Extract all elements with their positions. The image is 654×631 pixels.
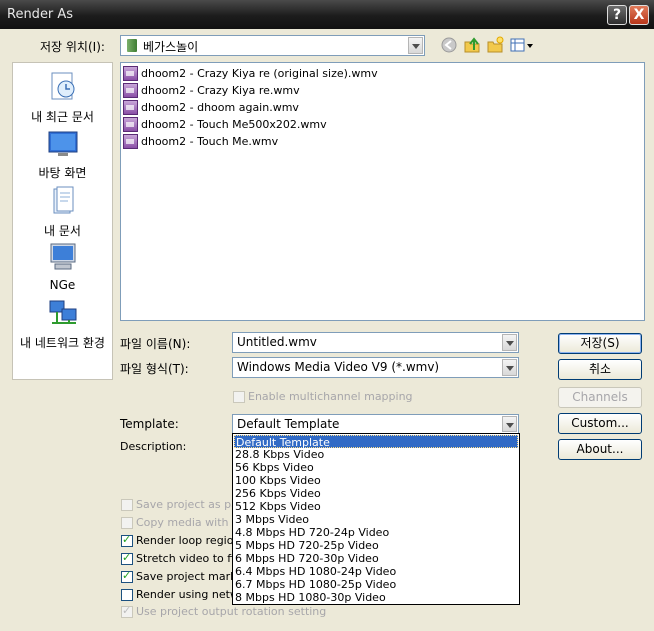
option-label: Render loop region (136, 534, 241, 547)
filename-label: 파일 이름(N): (120, 337, 191, 351)
wmv-file-icon (123, 66, 138, 81)
view-menu-icon[interactable] (509, 36, 535, 54)
multichannel-label: Enable multichannel mapping (248, 390, 413, 403)
filename-input[interactable]: Untitled.wmv (232, 332, 519, 353)
template-select[interactable]: Default Template (232, 414, 519, 434)
place-my-documents[interactable]: 내 문서 (13, 185, 112, 239)
custom-button[interactable]: Custom... (558, 413, 642, 434)
place-desktop[interactable]: 바탕 화면 (13, 129, 112, 181)
filetype-value: Windows Media Video V9 (*.wmv) (237, 360, 440, 374)
cancel-button[interactable]: 취소 (558, 359, 642, 380)
wmv-file-icon (123, 100, 138, 115)
new-folder-icon[interactable] (486, 36, 504, 54)
folder-icon (127, 39, 137, 52)
option-label: Render using netwo (136, 588, 246, 601)
chevron-down-icon[interactable] (502, 416, 517, 432)
save-in-label: 저장 위치(I): (40, 40, 105, 54)
save-button[interactable]: 저장(S) (558, 333, 642, 354)
place-label: 내 네트워크 환경 (20, 336, 105, 350)
network-icon (49, 300, 76, 324)
save-in-combo[interactable]: 베가스놀이 (120, 35, 425, 56)
save-in-value: 베가스놀이 (143, 40, 199, 54)
multichannel-checkbox[interactable] (233, 391, 245, 403)
file-name: dhoom2 - Touch Me.wmv (141, 135, 279, 148)
file-name: dhoom2 - Crazy Kiya re.wmv (141, 84, 300, 97)
template-option[interactable]: 6.4 Mbps HD 1080-24p Video (234, 565, 518, 578)
wmv-file-icon (123, 83, 138, 98)
network-render-checkbox[interactable] (121, 589, 133, 601)
filetype-select[interactable]: Windows Media Video V9 (*.wmv) (232, 357, 519, 378)
template-option[interactable]: 6.7 Mbps HD 1080-25p Video (234, 578, 518, 591)
chevron-down-icon[interactable] (408, 37, 423, 54)
channels-button[interactable]: Channels (558, 387, 642, 408)
option-label: Save project as pat (136, 498, 243, 511)
template-option[interactable]: 5 Mbps HD 720-25p Video (234, 539, 518, 552)
copy-media-checkbox[interactable] (121, 517, 133, 529)
template-option[interactable]: 56 Kbps Video (234, 461, 518, 474)
recent-docs-icon (51, 72, 74, 100)
places-bar: 내 최근 문서 바탕 화면 내 문서 NGe 내 네트워크 환경 (12, 62, 113, 380)
option-label: Save project marke (136, 570, 243, 583)
help-button[interactable]: ? (607, 5, 627, 25)
template-option[interactable]: 512 Kbps Video (234, 500, 518, 513)
up-folder-icon[interactable] (463, 36, 481, 54)
wmv-file-icon (123, 134, 138, 149)
template-dropdown-list[interactable]: Default Template 28.8 Kbps Video 56 Kbps… (232, 433, 520, 605)
template-option[interactable]: 4.8 Mbps HD 720-24p Video (234, 526, 518, 539)
about-button[interactable]: About... (558, 439, 642, 460)
template-option[interactable]: Default Template (234, 435, 518, 449)
place-network[interactable]: 내 네트워크 환경 (13, 297, 112, 351)
description-label: Description: (120, 440, 187, 453)
chevron-down-icon[interactable] (502, 359, 517, 376)
place-label: NGe (49, 278, 76, 292)
back-icon[interactable] (440, 36, 458, 54)
filename-value: Untitled.wmv (237, 335, 317, 349)
close-button[interactable]: X (629, 5, 649, 25)
template-option[interactable]: 3 Mbps Video (234, 513, 518, 526)
title-bar[interactable]: Render As ? X (0, 0, 654, 29)
option-label: Stretch video to fill (136, 552, 241, 565)
place-label: 내 문서 (44, 224, 81, 238)
template-option[interactable]: 28.8 Kbps Video (234, 448, 518, 461)
save-markers-checkbox[interactable] (121, 569, 133, 583)
rotation-setting-checkbox[interactable] (121, 604, 133, 618)
save-project-path-checkbox[interactable] (121, 499, 133, 511)
template-option[interactable]: 8 Mbps HD 1080-30p Video (234, 591, 518, 604)
file-name: dhoom2 - dhoom again.wmv (141, 101, 299, 114)
place-my-computer[interactable]: NGe (13, 241, 112, 292)
place-label: 바탕 화면 (38, 166, 87, 180)
template-option[interactable]: 6 Mbps HD 720-30p Video (234, 552, 518, 565)
file-list[interactable]: dhoom2 - Crazy Kiya re (original size).w… (120, 62, 645, 321)
my-computer-icon (50, 243, 75, 270)
template-value: Default Template (237, 417, 340, 431)
desktop-icon (48, 131, 77, 156)
filetype-label: 파일 형식(T): (120, 362, 189, 376)
place-recent-docs[interactable]: 내 최근 문서 (13, 71, 112, 125)
place-label: 내 최근 문서 (31, 110, 94, 124)
render-loop-checkbox[interactable] (121, 533, 133, 547)
chevron-down-icon[interactable] (502, 334, 517, 351)
file-name: dhoom2 - Touch Me500x202.wmv (141, 118, 327, 131)
stretch-video-checkbox[interactable] (121, 551, 133, 565)
file-name: dhoom2 - Crazy Kiya re (original size).w… (141, 67, 378, 80)
option-label: Use project output rotation setting (136, 605, 327, 618)
option-label: Copy media with pr (136, 516, 244, 529)
template-option[interactable]: 256 Kbps Video (234, 487, 518, 500)
my-documents-icon (53, 186, 73, 214)
window-title: Render As (7, 7, 74, 22)
wmv-file-icon (123, 117, 138, 132)
template-label: Template: (120, 417, 179, 431)
template-option[interactable]: 100 Kbps Video (234, 474, 518, 487)
render-as-dialog: Render As ? X 저장 위치(I): 베가스놀이 내 최근 문서 바탕… (0, 0, 654, 631)
